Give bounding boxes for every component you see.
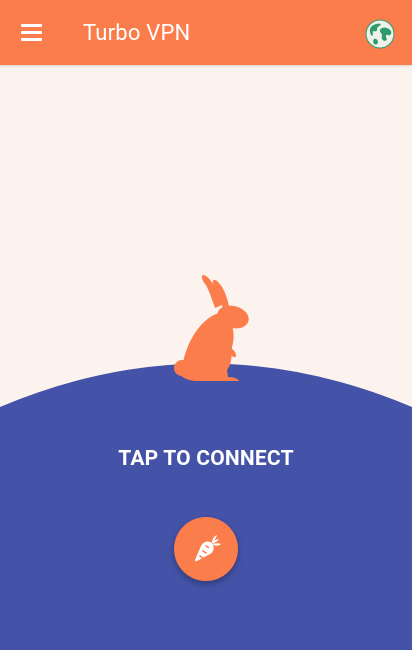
hill-background [0, 363, 412, 650]
hamburger-menu-icon[interactable] [20, 23, 44, 41]
carrot-icon [195, 535, 221, 562]
app-title: Turbo VPN [83, 21, 191, 46]
app-toolbar: Turbo VPN [0, 0, 412, 65]
app-screen: Turbo VPN TAP TO CONNECT [0, 0, 412, 650]
globe-icon[interactable] [365, 19, 395, 49]
connect-button[interactable] [174, 517, 238, 581]
tap-to-connect-label[interactable]: TAP TO CONNECT [0, 446, 412, 472]
